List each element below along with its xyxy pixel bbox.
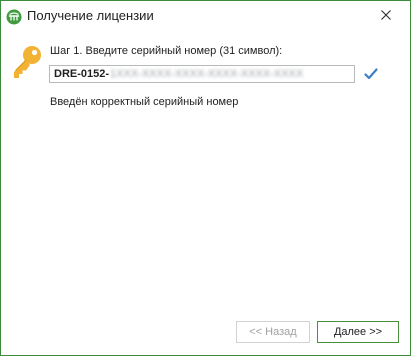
serial-masked-part: 1XXX-XXXX-XXXX-XXXX-XXXX-XXXX (110, 68, 304, 80)
key-icon (11, 45, 43, 81)
serial-prefix: DRE-0152- (54, 68, 110, 80)
license-app-icon (6, 9, 22, 25)
license-dialog: Получение лицензии Шаг 1. Введите серийн… (0, 0, 411, 356)
step-label: Шаг 1. Введите серийный номер (31 символ… (50, 45, 283, 57)
serial-number-input[interactable]: DRE-0152- 1XXX-XXXX-XXXX-XXXX-XXXX-XXXX (49, 65, 355, 83)
next-button[interactable]: Далее >> (317, 321, 399, 343)
window-title: Получение лицензии (27, 8, 154, 23)
validation-status: Введён корректный серийный номер (50, 96, 239, 108)
close-icon (381, 7, 391, 25)
close-button[interactable] (366, 3, 406, 29)
checkmark-icon (363, 66, 379, 82)
back-button[interactable]: << Назад (236, 321, 310, 343)
title-bar: Получение лицензии (1, 1, 410, 31)
